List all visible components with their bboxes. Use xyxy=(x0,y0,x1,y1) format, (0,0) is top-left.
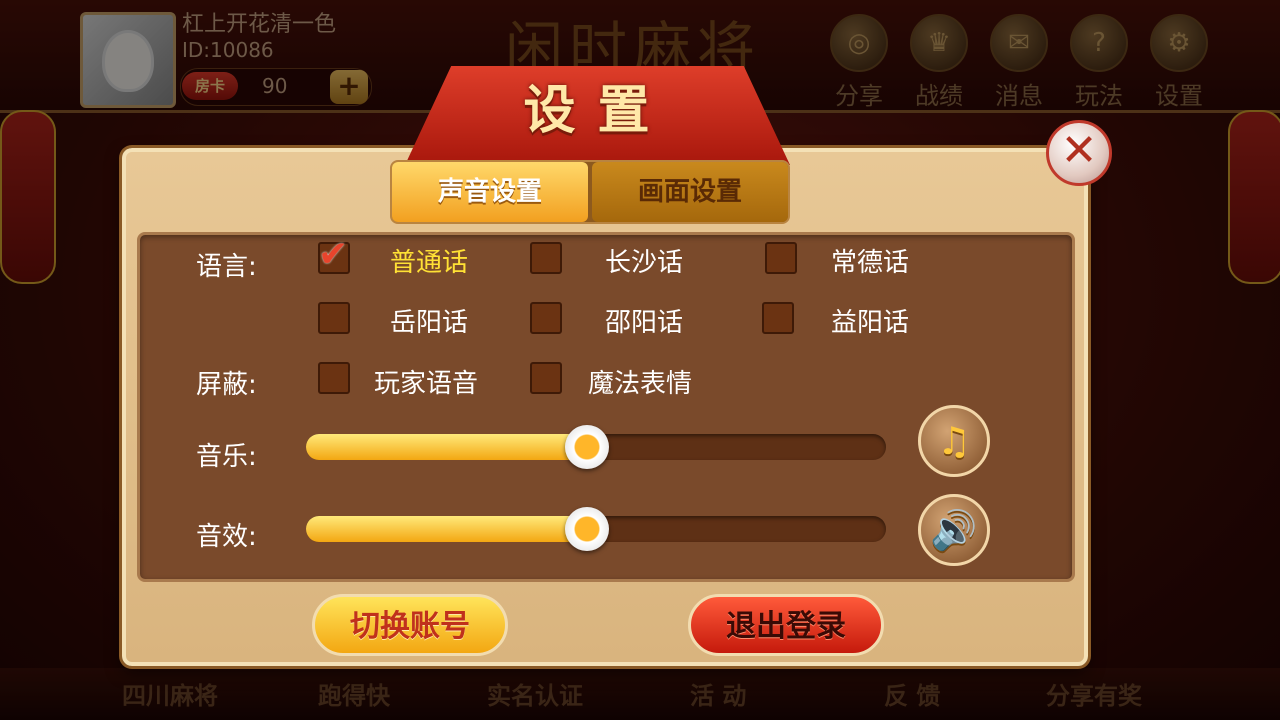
checkbox-mandarin[interactable] xyxy=(318,234,350,275)
checkbox-yiyang[interactable] xyxy=(762,302,794,334)
music-slider-knob[interactable] xyxy=(565,425,609,469)
option-shaoyang[interactable]: 邵阳话 xyxy=(605,302,683,339)
option-magic-emoji[interactable]: 魔法表情 xyxy=(588,363,692,400)
sfx-label: 音效: xyxy=(196,522,257,552)
option-changsha[interactable]: 长沙话 xyxy=(605,242,683,279)
option-changde[interactable]: 常德话 xyxy=(831,242,909,279)
option-yiyang[interactable]: 益阳话 xyxy=(831,302,909,339)
tab-display[interactable]: 画面设置 xyxy=(592,162,788,222)
checkbox-shaoyang[interactable] xyxy=(530,302,562,334)
option-mandarin[interactable]: 普通话 xyxy=(390,242,468,279)
checkbox-yueyang[interactable] xyxy=(318,302,350,334)
checkbox-magic-emoji[interactable] xyxy=(530,362,562,394)
checkbox-changde[interactable] xyxy=(765,242,797,274)
sfx-slider-knob[interactable] xyxy=(565,507,609,551)
option-player-voice[interactable]: 玩家语音 xyxy=(374,363,478,400)
music-note-icon[interactable]: ♫ xyxy=(918,405,990,477)
dialog-title: 设置 xyxy=(523,81,672,141)
language-label: 语言: xyxy=(196,252,257,282)
music-label: 音乐: xyxy=(196,442,257,472)
tab-sound[interactable]: 声音设置 xyxy=(392,162,588,222)
switch-account-button[interactable]: 切换账号 xyxy=(312,594,508,656)
sfx-slider-fill xyxy=(306,516,587,542)
music-slider-fill xyxy=(306,434,587,460)
speaker-icon[interactable]: 🔊 xyxy=(918,494,990,566)
checkbox-player-voice[interactable] xyxy=(318,362,350,394)
checkbox-changsha[interactable] xyxy=(530,242,562,274)
block-label: 屏蔽: xyxy=(196,370,257,400)
option-yueyang[interactable]: 岳阳话 xyxy=(390,302,468,339)
close-button[interactable]: ✕ xyxy=(1046,120,1112,186)
logout-button[interactable]: 退出登录 xyxy=(688,594,884,656)
